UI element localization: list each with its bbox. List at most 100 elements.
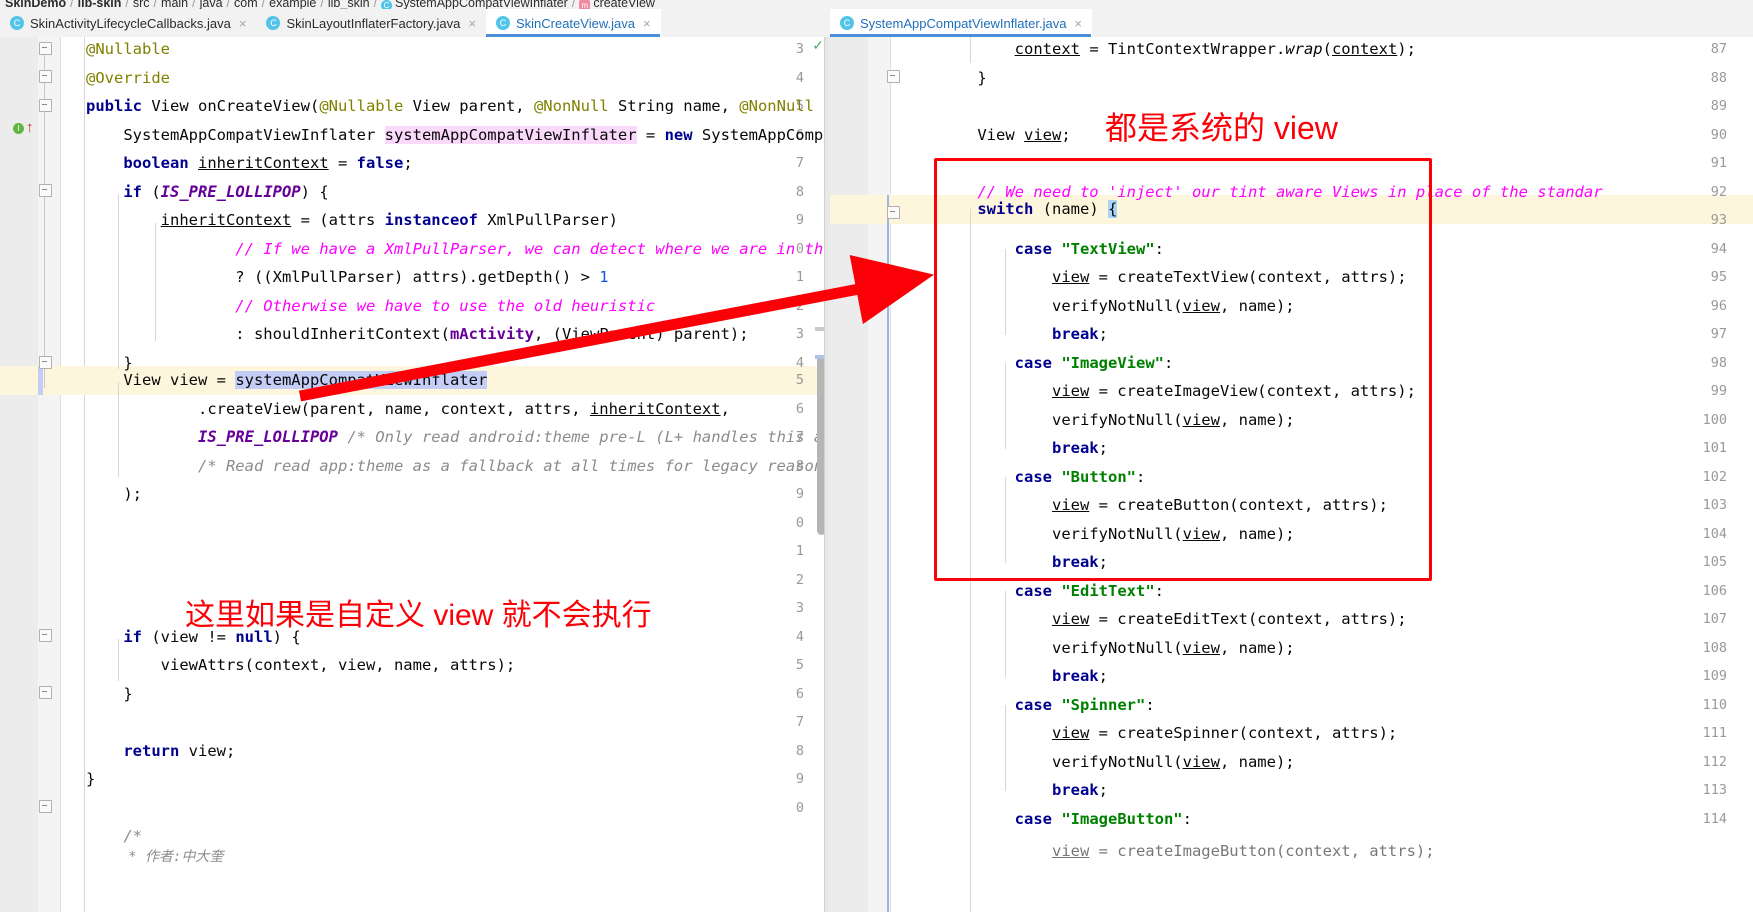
fold-marker[interactable] — [39, 356, 52, 369]
line-number: 94 — [1710, 241, 1727, 257]
line-number: 114 — [1702, 811, 1727, 827]
line-number: 1 — [795, 543, 804, 559]
line-number: 9 — [795, 486, 804, 502]
code-line: view = createImageView(context, attrs); — [1051, 382, 1416, 400]
close-icon[interactable]: × — [466, 16, 476, 31]
code-line: case "EditText": — [1014, 582, 1164, 600]
line-number: 110 — [1702, 697, 1727, 713]
code-line: break; — [1051, 325, 1108, 343]
code-line: ); — [86, 485, 142, 503]
line-number: 92 — [1710, 184, 1727, 200]
fold-column-left[interactable] — [38, 37, 60, 912]
gutter-right[interactable] — [830, 37, 891, 912]
line-number: 8 — [795, 184, 804, 200]
code-line: } — [86, 770, 96, 788]
fold-marker[interactable] — [887, 70, 900, 83]
fold-marker[interactable] — [39, 800, 52, 813]
fold-marker[interactable] — [39, 184, 52, 197]
code-line: case "ImageButton": — [1014, 810, 1192, 828]
current-line-gutter — [830, 195, 890, 224]
tab-skinactivitylifecyclecallbacks[interactable]: C SkinActivityLifecycleCallbacks.java × — [0, 9, 256, 37]
editor-tabs-right: C SystemAppCompatViewInflater.java × — [830, 9, 1753, 38]
line-number: 102 — [1702, 469, 1727, 485]
line-number: 3 — [795, 41, 804, 57]
indent-guide — [118, 194, 119, 369]
line-number: 106 — [1702, 583, 1727, 599]
java-class-icon: C — [840, 16, 854, 30]
code-line: // Otherwise we have to use the old heur… — [86, 297, 656, 315]
code-line: view = createButton(context, attrs); — [1051, 496, 1388, 514]
code-line: : shouldInheritContext(mActivity, (ViewP… — [86, 325, 749, 343]
line-number: 87 — [1710, 41, 1727, 57]
code-line: verifyNotNull(view, name); — [940, 411, 1295, 429]
indent-guide — [1005, 249, 1006, 335]
run-gutter-icon[interactable]: I — [13, 123, 24, 134]
line-number: 96 — [1710, 298, 1727, 314]
line-number: 89 — [1710, 98, 1727, 114]
code-line: verifyNotNull(view, name); — [940, 525, 1295, 543]
close-icon[interactable]: × — [1072, 16, 1082, 31]
line-number: 91 — [1710, 155, 1727, 171]
tab-label: SystemAppCompatViewInflater.java — [860, 15, 1067, 31]
fold-marker[interactable] — [39, 99, 52, 112]
close-icon[interactable]: × — [641, 16, 651, 31]
code-editor-left[interactable]: 3 4 5 6 7 8 9 0 1 2 3 4 5 6 7 8 9 0 1 2 … — [0, 37, 830, 912]
current-line-gutter — [0, 366, 60, 395]
line-number: 90 — [1710, 127, 1727, 143]
changed-lines-marker — [887, 195, 889, 912]
code-line: verifyNotNull(view, name); — [940, 639, 1295, 657]
indent-guide — [1005, 477, 1006, 563]
fold-marker[interactable] — [887, 206, 900, 219]
code-line: } — [940, 69, 987, 87]
code-line: break; — [1051, 553, 1108, 571]
code-line: case "Spinner": — [1014, 696, 1155, 714]
fold-marker[interactable] — [39, 42, 52, 55]
java-class-icon: C — [10, 16, 24, 30]
code-line: @Nullable — [86, 40, 170, 58]
tab-systemappcompatviewinflater[interactable]: C SystemAppCompatViewInflater.java × — [830, 9, 1093, 37]
line-number: 7 — [795, 714, 804, 730]
code-line: view = createTextView(context, attrs); — [1051, 268, 1407, 286]
code-line: ? ((XmlPullParser) attrs).getDepth() > 1 — [86, 268, 609, 286]
line-number: 111 — [1702, 725, 1727, 741]
code-line: view = createEditText(context, attrs); — [1051, 610, 1407, 628]
tab-skincreateview[interactable]: C SkinCreateView.java × — [485, 9, 661, 37]
line-number: 9 — [795, 771, 804, 787]
line-number: 0 — [795, 515, 804, 531]
fold-marker[interactable] — [39, 629, 52, 642]
indent-guide — [118, 382, 119, 477]
gutter-left[interactable] — [0, 37, 61, 912]
code-line: return view; — [123, 742, 236, 760]
code-line: view = createImageButton(context, attrs)… — [1051, 842, 1435, 860]
code-line: .createView(parent, name, context, attrs… — [86, 400, 730, 418]
indent-guide — [1005, 705, 1006, 791]
fold-marker[interactable] — [39, 686, 52, 699]
line-number: 1 — [795, 269, 804, 285]
line-marker — [38, 366, 43, 395]
indent-guide — [970, 209, 971, 912]
editor-tabs-left: C SkinActivityLifecycleCallbacks.java × … — [0, 9, 830, 38]
code-editor-right[interactable]: 87 88 89 90 91 92 93 94 95 96 97 98 99 1… — [830, 37, 1753, 912]
line-number: 109 — [1702, 668, 1727, 684]
code-line: view = createSpinner(context, attrs); — [1051, 724, 1398, 742]
line-number: 113 — [1702, 782, 1727, 798]
tab-skinlayoutinflaterfactory[interactable]: C SkinLayoutInflaterFactory.java × — [256, 9, 486, 37]
line-number: 105 — [1702, 554, 1727, 570]
tab-label: SkinActivityLifecycleCallbacks.java — [30, 15, 231, 31]
line-number: 6 — [795, 401, 804, 417]
line-number: 4 — [795, 629, 804, 645]
line-number: 5 — [795, 657, 804, 673]
fold-marker[interactable] — [39, 70, 52, 83]
line-number: 9 — [795, 212, 804, 228]
indent-guide — [118, 639, 119, 681]
code-line: verifyNotNull(view, name); — [940, 297, 1295, 315]
close-icon[interactable]: × — [237, 16, 247, 31]
line-number: 0 — [795, 800, 804, 816]
code-line: case "TextView": — [1014, 240, 1164, 258]
line-number: 98 — [1710, 355, 1727, 371]
code-line: /* Read read app:theme as a fallback at … — [86, 457, 830, 475]
inspection-ok-icon[interactable]: ✓ — [812, 37, 824, 54]
code-line: } — [86, 685, 133, 703]
override-arrow-icon[interactable]: ↑ — [26, 120, 34, 135]
line-number: 5 — [795, 372, 804, 388]
